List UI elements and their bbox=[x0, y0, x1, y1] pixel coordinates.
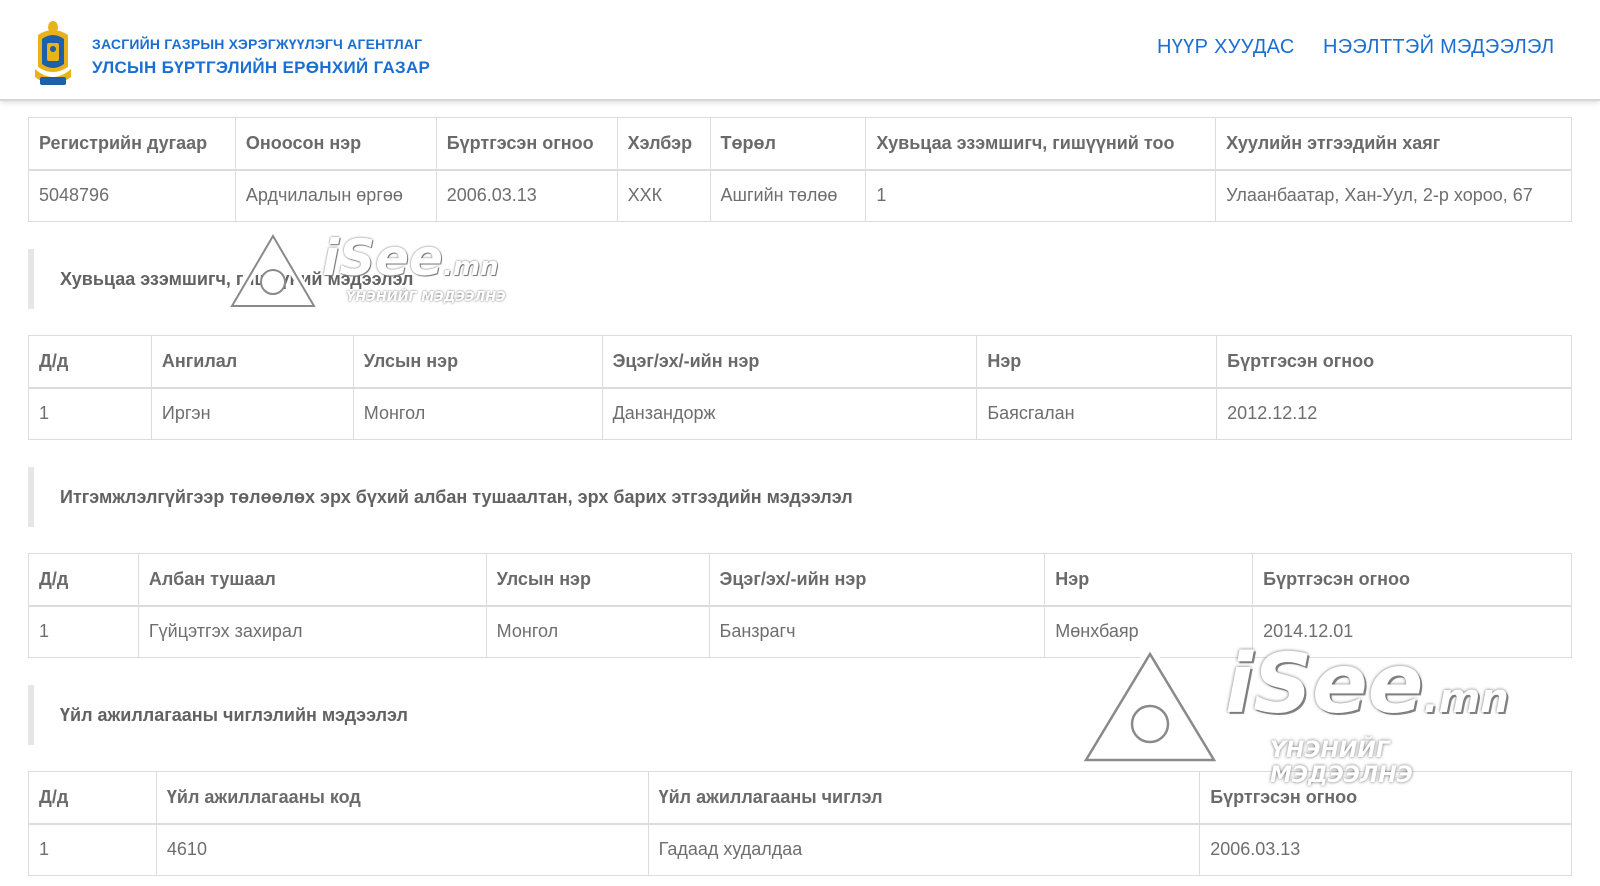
column-header: Үйл ажиллагааны код bbox=[155, 771, 649, 825]
column-header: Оноосон нэр bbox=[234, 117, 437, 171]
table-cell: Ашгийн төлөө bbox=[709, 169, 867, 222]
table-row: 1 Гүйцэтгэх захирал Монгол Банзрагч Мөнх… bbox=[28, 605, 1572, 658]
agency-title-line2: УЛСЫН БҮРТГЭЛИЙН ЕРӨНХИЙ ГАЗАР bbox=[92, 58, 431, 77]
column-header: Регистрийн дугаар bbox=[28, 117, 236, 171]
column-header: Төрөл bbox=[709, 117, 867, 171]
table-cell: Данзандорж bbox=[601, 387, 978, 440]
table-cell: Мөнхбаяр bbox=[1044, 605, 1254, 658]
emblem-logo-icon[interactable] bbox=[30, 19, 76, 91]
column-header: Үйл ажиллагааны чиглэл bbox=[647, 771, 1201, 825]
table-header-row: Д/д Ангилал Улсын нэр Эцэг/эх/-ийн нэр Н… bbox=[28, 335, 1572, 389]
table-cell: Монгол bbox=[352, 387, 603, 440]
column-header: Эцэг/эх/-ийн нэр bbox=[601, 335, 978, 389]
table-cell: 5048796 bbox=[28, 169, 236, 222]
section-title-shareholders: Хувьцаа эзэмшигч, гишүүний мэдээлэл bbox=[28, 249, 414, 309]
column-header: Бүртгэсэн огноо bbox=[435, 117, 618, 171]
column-header: Д/д bbox=[28, 771, 157, 825]
column-header: Бүртгэсэн огноо bbox=[1252, 553, 1572, 607]
column-header: Улсын нэр bbox=[352, 335, 603, 389]
column-header: Албан тушаал bbox=[137, 553, 487, 607]
column-header: Эцэг/эх/-ийн нэр bbox=[708, 553, 1046, 607]
section-title-activity: Үйл ажиллагааны чиглэлийн мэдээлэл bbox=[28, 685, 408, 745]
table-cell: 2006.03.13 bbox=[435, 169, 618, 222]
column-header: Улсын нэр bbox=[485, 553, 710, 607]
table-cell: ХХК bbox=[616, 169, 711, 222]
table-cell: Ардчилалын өргөө bbox=[234, 169, 437, 222]
table-cell: 2014.12.01 bbox=[1252, 605, 1572, 658]
agency-title: ЗАСГИЙН ГАЗРЫН ХЭРЭГЖҮҮЛЭГЧ АГЕНТЛАГ УЛС… bbox=[92, 36, 430, 78]
watermark-domain: .mn bbox=[442, 252, 499, 282]
table-cell: 2006.03.13 bbox=[1199, 823, 1572, 876]
table-header-row: Д/д Үйл ажиллагааны код Үйл ажиллагааны … bbox=[28, 771, 1572, 825]
isee-logo-icon bbox=[1080, 648, 1220, 767]
table-row: 1 4610 Гадаад худалдаа 2006.03.13 bbox=[28, 823, 1572, 876]
table-cell: 2012.12.12 bbox=[1216, 387, 1572, 440]
table-row: 1 Иргэн Монгол Данзандорж Баясгалан 2012… bbox=[28, 387, 1572, 440]
table-cell: Банзрагч bbox=[708, 605, 1046, 658]
column-header: Бүртгэсэн огноо bbox=[1199, 771, 1572, 825]
table-header-row: Д/д Албан тушаал Улсын нэр Эцэг/эх/-ийн … bbox=[28, 553, 1572, 607]
table-header-row: Регистрийн дугаар Оноосон нэр Бүртгэсэн … bbox=[28, 117, 1572, 171]
table-cell: Гадаад худалдаа bbox=[647, 823, 1201, 876]
table-row: 5048796 Ардчилалын өргөө 2006.03.13 ХХК … bbox=[28, 169, 1572, 222]
nav-open-data-link[interactable]: НЭЭЛТТЭЙ МЭДЭЭЛЭЛ bbox=[1323, 36, 1554, 59]
agency-title-line1: ЗАСГИЙН ГАЗРЫН ХЭРЭГЖҮҮЛЭГЧ АГЕНТЛАГ bbox=[92, 36, 423, 52]
table-cell: Гүйцэтгэх захирал bbox=[137, 605, 487, 658]
table-cell: 4610 bbox=[155, 823, 649, 876]
section-title-officials: Итгэмжлэлгүйгээр төлөөлөх эрх бүхий алба… bbox=[28, 467, 853, 527]
nav-home-link[interactable]: НҮҮР ХУУДАС bbox=[1157, 36, 1295, 59]
table-cell: Монгол bbox=[485, 605, 710, 658]
officials-table: Д/д Албан тушаал Улсын нэр Эцэг/эх/-ийн … bbox=[28, 553, 1572, 658]
isee-watermark: iSee.mn ҮНЭНИЙГ МЭДЭЭЛНЭ bbox=[1080, 640, 1520, 788]
column-header: Нэр bbox=[976, 335, 1218, 389]
site-header: ЗАСГИЙН ГАЗРЫН ХЭРЭГЖҮҮЛЭГЧ АГЕНТЛАГ УЛС… bbox=[0, 0, 1600, 101]
column-header: Хуулийн этгээдийн хаяг bbox=[1215, 117, 1572, 171]
table-cell: Баясгалан bbox=[976, 387, 1218, 440]
column-header: Хэлбэр bbox=[616, 117, 711, 171]
shareholders-table: Д/д Ангилал Улсын нэр Эцэг/эх/-ийн нэр Н… bbox=[28, 335, 1572, 440]
column-header: Д/д bbox=[28, 553, 139, 607]
column-header: Бүртгэсэн огноо bbox=[1216, 335, 1572, 389]
table-cell: Иргэн bbox=[150, 387, 354, 440]
watermark-domain: .mn bbox=[1423, 676, 1509, 722]
activity-table: Д/д Үйл ажиллагааны код Үйл ажиллагааны … bbox=[28, 771, 1572, 876]
column-header: Ангилал bbox=[150, 335, 354, 389]
company-info-table: Регистрийн дугаар Оноосон нэр Бүртгэсэн … bbox=[28, 117, 1572, 222]
column-header: Д/д bbox=[28, 335, 152, 389]
table-cell: Улаанбаатар, Хан-Уул, 2-р хороо, 67 bbox=[1215, 169, 1572, 222]
column-header: Хувьцаа эзэмшигч, гишүүний тоо bbox=[865, 117, 1217, 171]
table-cell: 1 bbox=[28, 387, 152, 440]
column-header: Нэр bbox=[1044, 553, 1254, 607]
table-cell: 1 bbox=[865, 169, 1217, 222]
table-cell: 1 bbox=[28, 823, 157, 876]
table-cell: 1 bbox=[28, 605, 139, 658]
